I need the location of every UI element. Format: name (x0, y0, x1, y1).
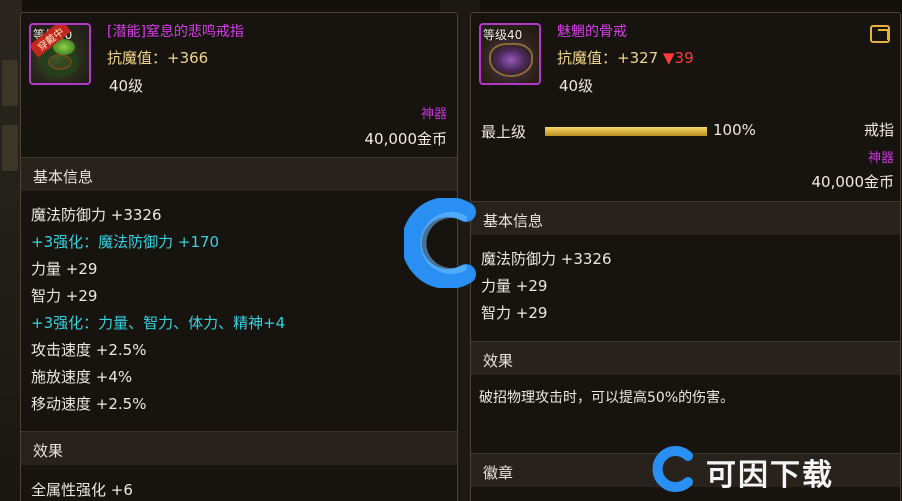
background-tab (2, 60, 18, 106)
basic-info-header: 基本信息 (21, 157, 457, 191)
background-tab (2, 125, 18, 171)
item-rarity: 神器 (867, 151, 894, 166)
effect-header: 效果 (471, 341, 900, 375)
attribute-line: 力量 +29 (31, 260, 98, 278)
effect-header: 效果 (21, 431, 457, 465)
item-level-tag: 等级40 (483, 28, 523, 42)
ring-item-icon: 等级40 穿戴中 (29, 23, 91, 85)
section-title: 徽章 (483, 464, 514, 482)
basic-info-header: 基本信息 (471, 201, 900, 235)
effect-text: 全属性强化 +6 (31, 481, 133, 499)
section-title: 基本信息 (33, 168, 94, 186)
attribute-line: 施放速度 +4% (31, 368, 133, 386)
attribute-line: 魔法防御力 +3326 (31, 206, 162, 224)
attribute-line: 魔法防御力 +3326 (481, 250, 612, 268)
resist-diff: ▼39 (662, 49, 694, 67)
magic-resist: 抗魔值：+327 ▼39 (557, 47, 694, 68)
bone-ring-icon (489, 43, 533, 77)
grade-bar-fill (545, 127, 707, 136)
attribute-line: 智力 +29 (31, 287, 98, 305)
share-icon[interactable] (870, 25, 890, 43)
effect-text: 破招物理攻击时，可以提高50%的伤害。 (479, 390, 735, 406)
item-price: 40,000金币 (811, 173, 895, 191)
grade-percent: 100% (713, 121, 756, 139)
attribute-line: 智力 +29 (481, 304, 548, 322)
bone-ring-item-icon: 等级40 (479, 23, 541, 85)
logo-icon (404, 198, 476, 288)
section-title: 基本信息 (483, 212, 544, 230)
watermark-text: 可因下载 (706, 458, 834, 493)
attribute-line: +3强化：魔法防御力 +170 (31, 233, 220, 251)
magic-resist: 抗魔值：+366 (107, 49, 209, 67)
item-level: 40级 (109, 77, 144, 95)
grade-bar (545, 127, 707, 136)
attribute-line: +3强化：力量、智力、体力、精神+4 (31, 314, 286, 332)
magic-resist-value: 抗魔值：+327 (557, 49, 659, 67)
item-price: 40,000金币 (364, 130, 448, 148)
item-name: 魅魍的骨戒 (557, 24, 627, 40)
background-sidebar (0, 0, 22, 501)
grade-label: 最上级 (481, 123, 527, 141)
item-rarity: 神器 (420, 107, 447, 122)
watermark-logo-icon (652, 446, 693, 492)
item-tooltip-equipped: 等级40 穿戴中 [潜能]窒息的悲鸣戒指 抗魔值：+366 40级 神器 40,… (20, 12, 458, 501)
attribute-line: 移动速度 +2.5% (31, 395, 147, 413)
section-title: 效果 (483, 352, 514, 370)
section-title: 效果 (33, 442, 64, 460)
attribute-line: 攻击速度 +2.5% (31, 341, 147, 359)
item-tooltip-compare: 等级40 魅魍的骨戒 抗魔值：+327 ▼39 40级 最上级 100% 戒指 … (470, 12, 901, 501)
item-level: 40级 (559, 77, 594, 95)
attribute-line: 力量 +29 (481, 277, 548, 295)
item-type: 戒指 (863, 121, 894, 139)
item-name: [潜能]窒息的悲鸣戒指 (107, 24, 244, 40)
